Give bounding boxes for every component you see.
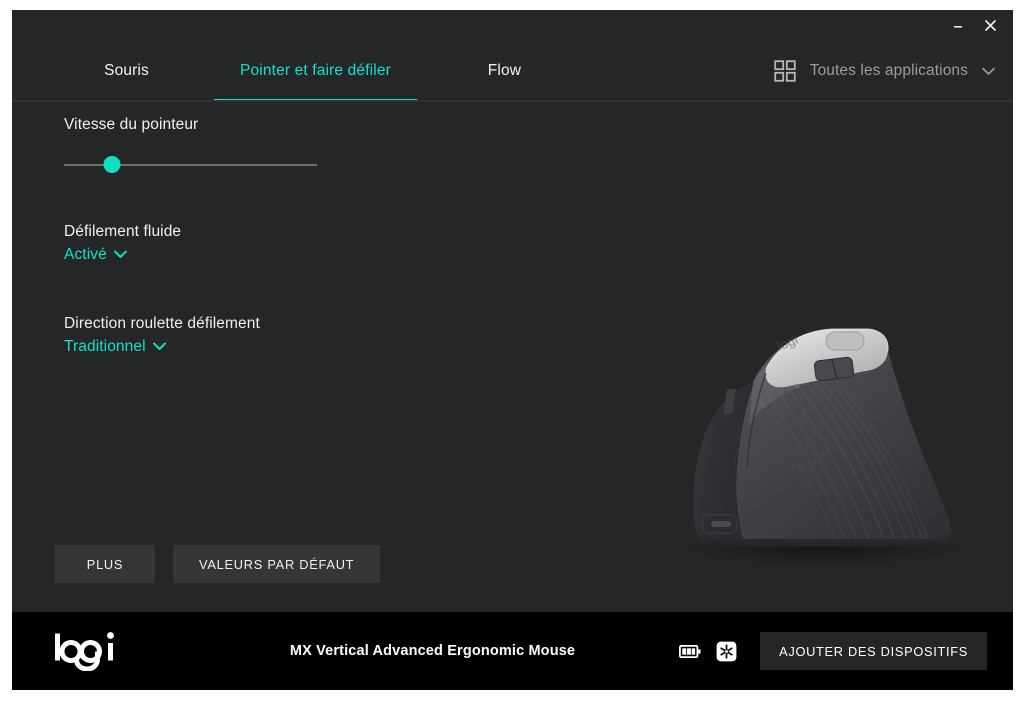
main-content: Vitesse du pointeur Défilement fluide Ac…	[12, 102, 1013, 612]
battery-full-icon	[679, 644, 701, 658]
tab-flow[interactable]: Flow	[417, 40, 592, 102]
footer-bar: MX Vertical Advanced Ergonomic Mouse AJO…	[12, 612, 1013, 690]
close-button[interactable]	[975, 12, 1005, 38]
minimize-button[interactable]	[943, 12, 973, 38]
all-applications-selector[interactable]: Toutes les applications	[774, 40, 995, 102]
more-button[interactable]: PLUS	[55, 545, 155, 583]
tab-souris[interactable]: Souris	[39, 40, 214, 102]
settings-panel: Vitesse du pointeur Défilement fluide Ac…	[64, 116, 484, 356]
pointer-speed-slider[interactable]	[64, 152, 317, 178]
logi-logo	[12, 631, 120, 671]
slider-track	[64, 164, 317, 166]
grid-icon	[774, 60, 796, 82]
setting-scroll-direction: Direction roulette défilement Traditionn…	[64, 315, 484, 356]
smooth-scrolling-value: Activé	[64, 246, 107, 263]
tab-label: Pointer et faire défiler	[240, 62, 391, 79]
product-logo-text: logi	[775, 332, 801, 354]
smooth-scrolling-dropdown[interactable]: Activé	[64, 246, 127, 264]
tab-bar: Souris Pointer et faire défiler Flow Tou…	[12, 40, 1013, 102]
tab-label: Souris	[104, 62, 149, 79]
pointer-speed-label: Vitesse du pointeur	[64, 116, 199, 133]
scroll-direction-value: Traditionnel	[64, 338, 146, 355]
title-bar	[12, 10, 1013, 40]
tab-list: Souris Pointer et faire défiler Flow	[39, 40, 592, 102]
restore-defaults-button[interactable]: VALEURS PAR DÉFAUT	[173, 545, 381, 583]
scroll-direction-label: Direction roulette défilement	[64, 315, 260, 332]
setting-smooth-scrolling: Défilement fluide Activé	[64, 223, 484, 264]
chevron-down-icon	[152, 338, 166, 356]
product-image-mx-vertical: logi	[633, 307, 983, 587]
action-buttons: PLUS VALEURS PAR DÉFAUT	[55, 545, 381, 583]
scroll-direction-dropdown[interactable]: Traditionnel	[64, 338, 166, 356]
chevron-down-icon	[982, 67, 995, 76]
window-controls	[943, 10, 1005, 40]
tab-pointer-et-faire-defiler[interactable]: Pointer et faire défiler	[214, 40, 417, 102]
slider-thumb[interactable]	[103, 156, 121, 173]
unifying-receiver-icon	[716, 641, 737, 662]
all-applications-label: Toutes les applications	[809, 62, 968, 79]
add-devices-button[interactable]: AJOUTER DES DISPOSITIFS	[760, 632, 987, 670]
setting-pointer-speed: Vitesse du pointeur	[64, 116, 484, 178]
footer-right-group: AJOUTER DES DISPOSITIFS	[679, 632, 987, 670]
chevron-down-icon	[113, 246, 127, 264]
smooth-scrolling-label: Défilement fluide	[64, 223, 182, 240]
tab-label: Flow	[487, 62, 522, 79]
logi-options-window: Souris Pointer et faire défiler Flow Tou…	[12, 10, 1013, 690]
